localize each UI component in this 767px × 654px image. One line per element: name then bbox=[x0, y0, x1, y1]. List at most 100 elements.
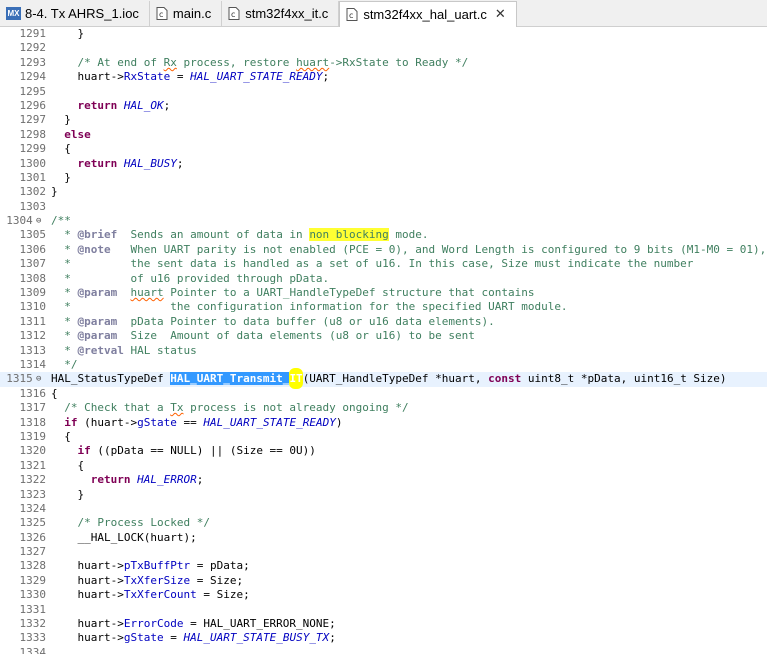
code-line[interactable]: 1320 if ((pData == NULL) || (Size == 0U)… bbox=[0, 444, 767, 458]
code-line[interactable]: 1318 if (huart->gState == HAL_UART_STATE… bbox=[0, 416, 767, 430]
code-line[interactable]: 1304 ⊖/** bbox=[0, 214, 767, 228]
tab-main-c[interactable]: c main.c bbox=[150, 1, 223, 26]
code-line[interactable]: 1327 bbox=[0, 545, 767, 559]
code-line[interactable]: 1297 } bbox=[0, 113, 767, 127]
code-line[interactable]: 1303 bbox=[0, 200, 767, 214]
code-line[interactable]: 1316 { bbox=[0, 387, 767, 401]
code-line[interactable]: 1292 bbox=[0, 41, 767, 55]
code-line[interactable]: 1301 } bbox=[0, 171, 767, 185]
line-number: 1333 bbox=[19, 631, 47, 645]
code-line[interactable]: 1330 huart->TxXferCount = Size; bbox=[0, 588, 767, 602]
line-number: 1303 bbox=[19, 199, 47, 213]
code-line[interactable]: 1308 * of u16 provided through pData. bbox=[0, 272, 767, 286]
code-text: { bbox=[51, 386, 58, 400]
line-number: 1291 bbox=[19, 27, 47, 40]
code-line[interactable]: 1319 { bbox=[0, 430, 767, 444]
line-number: 1311 bbox=[19, 314, 47, 328]
code-text: /* At end of Rx process, restore huart->… bbox=[51, 55, 469, 69]
fold-toggle-icon[interactable]: ⊖ bbox=[36, 372, 41, 386]
line-number: 1314 bbox=[19, 357, 47, 371]
code-line[interactable]: 1326 __HAL_LOCK(huart); bbox=[0, 531, 767, 545]
code-line[interactable]: 1306 * @note When UART parity is not ena… bbox=[0, 243, 767, 257]
tab-stm32f4xx-it-c[interactable]: c stm32f4xx_it.c bbox=[222, 1, 340, 26]
code-line[interactable]: 1302} bbox=[0, 185, 767, 199]
code-line[interactable]: 1332 huart->ErrorCode = HAL_UART_ERROR_N… bbox=[0, 617, 767, 631]
code-line[interactable]: 1313 * @retval HAL status bbox=[0, 344, 767, 358]
code-line[interactable]: 1324 bbox=[0, 502, 767, 516]
svg-text:c: c bbox=[231, 10, 235, 19]
code-line[interactable]: 1291 } bbox=[0, 27, 767, 41]
line-number: 1296 bbox=[19, 98, 47, 112]
code-text: if (huart->gState == HAL_UART_STATE_READ… bbox=[64, 415, 343, 429]
tab-stm32f4xx-hal-uart-c[interactable]: c stm32f4xx_hal_uart.c ✕ bbox=[339, 1, 517, 27]
code-line[interactable]: 1296 return HAL_OK; bbox=[0, 99, 767, 113]
line-number: 1306 bbox=[19, 242, 47, 256]
code-line[interactable]: 1317 /* Check that a Tx process is not a… bbox=[0, 401, 767, 415]
code-line[interactable]: 1328 huart->pTxBuffPtr = pData; bbox=[0, 559, 767, 573]
line-number: 1309 bbox=[19, 286, 47, 300]
tab-label: 8-4. Tx AHRS_1.ioc bbox=[25, 6, 139, 21]
tab-label: stm32f4xx_hal_uart.c bbox=[363, 7, 487, 22]
code-line[interactable]: 1333 huart->gState = HAL_UART_STATE_BUSY… bbox=[0, 631, 767, 645]
code-line[interactable]: 1323 } bbox=[0, 488, 767, 502]
line-number: 1324 bbox=[19, 501, 47, 515]
code-text: huart->gState = HAL_UART_STATE_BUSY_TX; bbox=[51, 631, 336, 645]
line-number: 1292 bbox=[19, 41, 47, 55]
code-text: huart->TxXferSize = Size; bbox=[51, 573, 244, 587]
code-text: * @param huart Pointer to a UART_HandleT… bbox=[51, 286, 535, 300]
code-editor[interactable]: 1291 } 1292 1293 /* At end of Rx process, … bbox=[0, 27, 767, 654]
code-line[interactable]: 1294 huart->RxState = HAL_UART_STATE_REA… bbox=[0, 70, 767, 84]
line-number: 1312 bbox=[19, 329, 47, 343]
line-number: 1299 bbox=[19, 142, 47, 156]
tab-label: stm32f4xx_it.c bbox=[245, 6, 329, 21]
code-line[interactable]: 1315 ⊖ HAL_StatusTypeDef HAL_UART_Transmi… bbox=[0, 368, 767, 390]
code-text: /* Process Locked */ bbox=[51, 516, 210, 530]
fold-toggle-icon[interactable]: ⊖ bbox=[36, 214, 41, 228]
code-text: } bbox=[51, 27, 85, 40]
code-text: huart->pTxBuffPtr = pData; bbox=[51, 559, 250, 573]
line-number: 1332 bbox=[19, 617, 47, 631]
code-line[interactable]: 1307 * the sent data is handled as a set… bbox=[0, 257, 767, 271]
code-line[interactable]: 1309 * @param huart Pointer to a UART_Ha… bbox=[0, 286, 767, 300]
code-text: { bbox=[51, 458, 85, 472]
code-line[interactable]: 1334 bbox=[0, 646, 767, 654]
mx-icon: MX bbox=[6, 7, 21, 20]
code-line[interactable]: 1314 */ bbox=[0, 358, 767, 372]
svg-text:c: c bbox=[349, 11, 353, 20]
code-text: * @retval HAL status bbox=[51, 343, 197, 357]
code-line[interactable]: 1293 /* At end of Rx process, restore hu… bbox=[0, 56, 767, 70]
code-line[interactable]: 1310 * the configuration information for… bbox=[0, 300, 767, 314]
code-line[interactable]: 1321 { bbox=[0, 459, 767, 473]
code-text: * @param pData Pointer to data buffer (u… bbox=[51, 314, 495, 328]
line-number: 1307 bbox=[19, 257, 47, 271]
code-line[interactable]: 1325 /* Process Locked */ bbox=[0, 516, 767, 530]
code-line[interactable]: 1331 bbox=[0, 603, 767, 617]
c-file-icon: c bbox=[228, 7, 240, 20]
code-line[interactable]: 1299 { bbox=[0, 142, 767, 156]
line-number: 1331 bbox=[19, 602, 47, 616]
code-text: } bbox=[51, 185, 58, 199]
line-number: 1298 bbox=[19, 127, 47, 141]
line-number: 1330 bbox=[19, 588, 47, 602]
code-line[interactable]: 1312 * @param Size Amount of data elemen… bbox=[0, 329, 767, 343]
c-file-icon: c bbox=[346, 8, 358, 21]
code-line[interactable]: 1300 return HAL_BUSY; bbox=[0, 157, 767, 171]
code-line[interactable]: 1322 return HAL_ERROR; bbox=[0, 473, 767, 487]
code-line[interactable]: 1311 * @param pData Pointer to data buff… bbox=[0, 315, 767, 329]
line-number: 1325 bbox=[19, 516, 47, 530]
line-number: 1294 bbox=[19, 70, 47, 84]
tab-ioc[interactable]: MX 8-4. Tx AHRS_1.ioc bbox=[0, 1, 150, 26]
code-line[interactable]: 1295 bbox=[0, 85, 767, 99]
c-file-icon: c bbox=[156, 7, 168, 20]
code-line[interactable]: 1329 huart->TxXferSize = Size; bbox=[0, 574, 767, 588]
code-line[interactable]: 1298 else bbox=[0, 128, 767, 142]
code-text: return HAL_OK; bbox=[77, 98, 171, 112]
line-number: 1316 bbox=[19, 386, 47, 400]
line-number: 1320 bbox=[19, 444, 47, 458]
line-number: 1308 bbox=[19, 271, 47, 285]
code-text: /** bbox=[51, 214, 71, 228]
svg-text:c: c bbox=[159, 10, 163, 19]
close-icon[interactable]: ✕ bbox=[495, 7, 506, 22]
code-line[interactable]: 1305 * @brief Sends an amount of data in… bbox=[0, 228, 767, 242]
code-text: } bbox=[51, 113, 71, 127]
